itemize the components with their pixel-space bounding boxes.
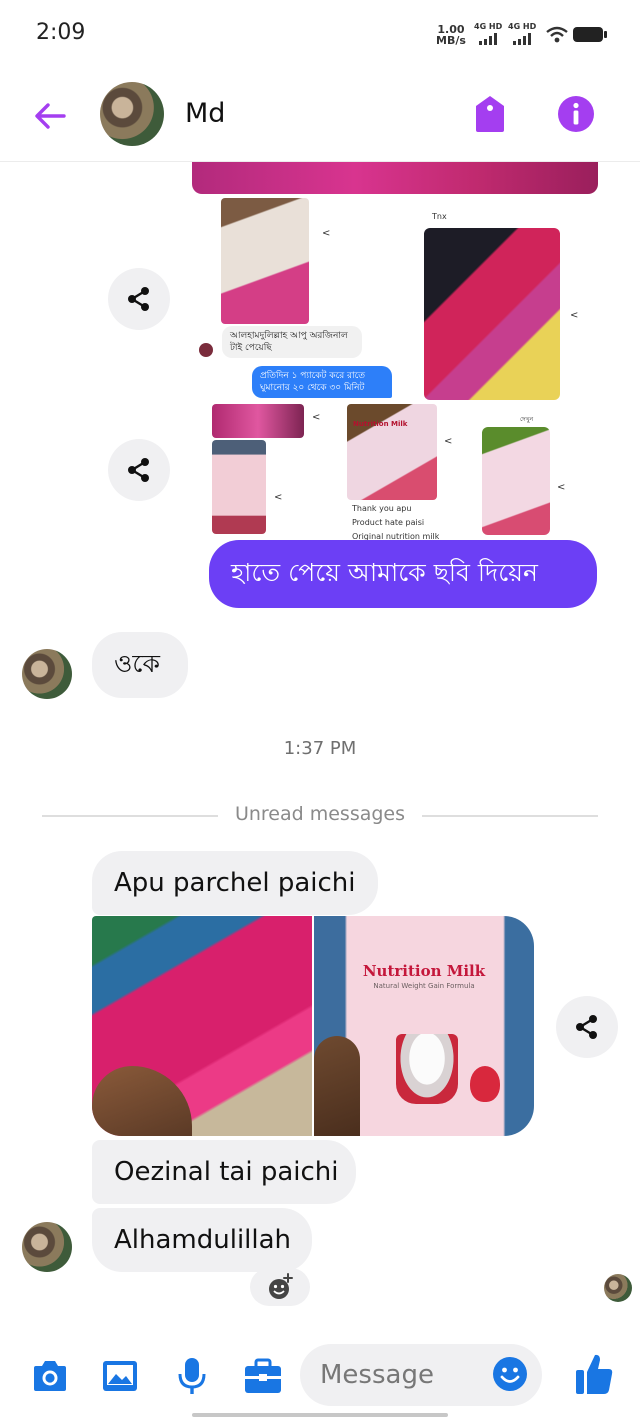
mini-share-icon: < bbox=[570, 310, 579, 321]
thumbs-up-icon[interactable] bbox=[574, 1352, 614, 1396]
network-speed-unit: MB/s bbox=[436, 34, 466, 47]
incoming-message[interactable]: Apu parchel paichi bbox=[92, 851, 378, 915]
wifi-icon bbox=[546, 26, 568, 43]
shared-screenshot-1[interactable]: < Tnx < আলহামদুলিল্লাহ আপু অরজিনাল টাই প… bbox=[196, 194, 578, 404]
outgoing-message[interactable]: হাতে পেয়ে আমাকে ছবি দিয়েন bbox=[209, 540, 597, 608]
product-line: Product hate paisi bbox=[352, 518, 425, 527]
mini-share-icon: < bbox=[557, 482, 566, 493]
unread-label: Unread messages bbox=[234, 803, 406, 825]
gallery-icon[interactable] bbox=[100, 1356, 140, 1396]
screenshot-photo bbox=[424, 228, 560, 400]
signal-bars-icon bbox=[508, 33, 536, 45]
seen-avatar bbox=[604, 1274, 632, 1302]
briefcase-icon[interactable] bbox=[243, 1356, 283, 1396]
strawberry-graphic bbox=[470, 1066, 500, 1102]
sender-avatar[interactable] bbox=[22, 649, 72, 699]
milk-cup-graphic bbox=[396, 1034, 458, 1104]
product-photo[interactable]: Nutrition Milk Natural Weight Gain Formu… bbox=[314, 916, 534, 1136]
screenshot-photo bbox=[482, 427, 550, 535]
incoming-message[interactable]: Oezinal tai paichi bbox=[92, 1140, 356, 1204]
product-box-title: Nutrition Milk bbox=[362, 962, 486, 980]
tnx-label: Tnx bbox=[432, 212, 447, 221]
network-speed: 1.00 MB/s bbox=[436, 24, 466, 46]
mini-box-label: Nutrition Milk bbox=[353, 420, 408, 428]
screenshot-photo bbox=[221, 198, 309, 324]
back-arrow-icon[interactable] bbox=[30, 96, 70, 136]
share-button[interactable] bbox=[108, 439, 170, 501]
mini-share-icon: < bbox=[322, 228, 331, 239]
mini-share-icon: < bbox=[274, 492, 283, 503]
sender-avatar[interactable] bbox=[22, 1222, 72, 1272]
signal-2-label: 4G HD bbox=[508, 22, 537, 31]
mini-share-icon: < bbox=[312, 412, 321, 423]
camera-icon[interactable] bbox=[30, 1356, 70, 1396]
signal-1-indicator: 4G HD bbox=[474, 22, 502, 45]
shared-image-partial[interactable] bbox=[192, 162, 598, 194]
home-indicator[interactable] bbox=[192, 1413, 448, 1417]
share-icon bbox=[128, 287, 149, 311]
screenshot-photo bbox=[212, 440, 266, 534]
unread-divider: Unread messages bbox=[0, 803, 640, 829]
contact-name[interactable]: Md bbox=[185, 98, 225, 129]
composer-bar: Message bbox=[0, 1340, 640, 1410]
hand-shape bbox=[314, 1036, 360, 1136]
tag-icon[interactable] bbox=[472, 94, 508, 134]
bengali-bubble: আলহামদুলিল্লাহ আপু অরজিনাল টাই পেয়েছি bbox=[222, 326, 362, 358]
battery-icon bbox=[573, 27, 607, 42]
hand-shape bbox=[92, 1066, 192, 1136]
status-bar: 2:09 1.00 MB/s 4G HD 4G HD bbox=[0, 0, 640, 70]
message-placeholder: Message bbox=[320, 1360, 434, 1390]
mini-share-icon: < bbox=[444, 436, 453, 447]
share-icon bbox=[128, 458, 149, 482]
mini-avatar bbox=[199, 343, 213, 357]
signal-1-label: 4G HD bbox=[474, 22, 503, 31]
blue-bubble: প্রতিদিন ১ প্যাকেট করে রাতে ঘুমানোর ২০ থ… bbox=[252, 366, 392, 398]
product-box-subtitle: Natural Weight Gain Formula bbox=[373, 982, 475, 990]
thank-you-line: Thank you apu bbox=[352, 504, 412, 513]
share-button[interactable] bbox=[556, 996, 618, 1058]
share-icon bbox=[576, 1015, 597, 1039]
divider-line bbox=[422, 815, 598, 817]
corner-label: দেখুন bbox=[520, 416, 534, 423]
add-reaction-icon bbox=[269, 1273, 293, 1299]
signal-bars-icon bbox=[474, 33, 502, 45]
incoming-message[interactable]: ওকে bbox=[92, 632, 188, 698]
shared-screenshot-2[interactable]: < < Nutrition Milk < Thank you apu Produ… bbox=[206, 400, 574, 540]
chat-header: Md bbox=[0, 70, 640, 162]
incoming-message[interactable]: Alhamdulillah bbox=[92, 1208, 312, 1272]
status-time: 2:09 bbox=[36, 20, 86, 45]
parcel-photo[interactable] bbox=[92, 916, 312, 1136]
message-input[interactable]: Message bbox=[300, 1344, 542, 1406]
contact-avatar[interactable] bbox=[100, 82, 164, 146]
microphone-icon[interactable] bbox=[172, 1356, 212, 1396]
share-button[interactable] bbox=[108, 268, 170, 330]
add-reaction-button[interactable] bbox=[250, 1268, 310, 1306]
signal-2-indicator: 4G HD bbox=[508, 22, 536, 45]
photo-group[interactable]: Nutrition Milk Natural Weight Gain Formu… bbox=[92, 916, 534, 1136]
screenshot-photo: Nutrition Milk bbox=[347, 404, 437, 500]
screenshot-photo bbox=[212, 404, 304, 438]
emoji-icon[interactable] bbox=[492, 1356, 528, 1392]
message-timestamp: 1:37 PM bbox=[283, 738, 357, 759]
info-icon[interactable] bbox=[556, 94, 596, 134]
original-line: Original nutrition milk bbox=[352, 532, 440, 540]
